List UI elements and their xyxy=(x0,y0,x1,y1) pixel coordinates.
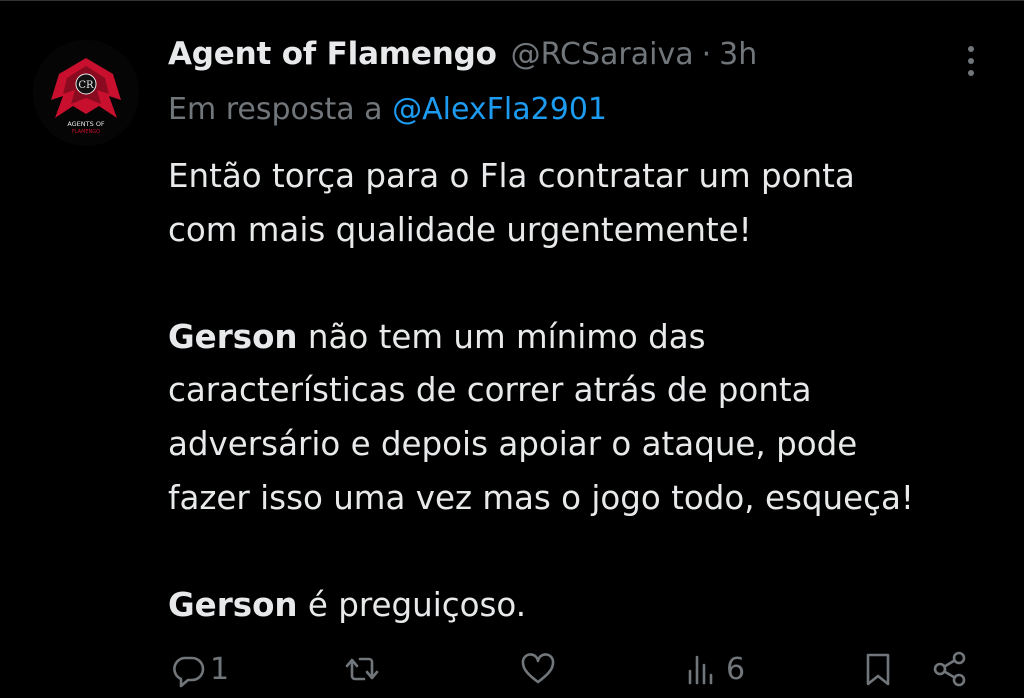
svg-text:CR: CR xyxy=(78,80,94,91)
avatar-text: AGENTS OF xyxy=(67,120,105,128)
share-button[interactable] xyxy=(930,644,970,694)
tweet-line: características de correr atrás de ponta xyxy=(168,371,812,410)
tweet-line: adversário e depois apoiar o ataque, pod… xyxy=(168,424,858,463)
avatar[interactable]: CR AGENTS OF FLAMENGO xyxy=(33,40,139,146)
reply-button[interactable]: 1 xyxy=(168,644,229,694)
avatar-subtext: FLAMENGO xyxy=(72,129,100,135)
author-handle[interactable]: @RCSaraiva xyxy=(511,37,694,72)
views-icon xyxy=(688,655,713,685)
like-button[interactable] xyxy=(518,644,560,694)
bold-name: Gerson xyxy=(168,585,298,624)
bookmark-button[interactable] xyxy=(858,644,898,694)
retweet-icon xyxy=(345,657,379,681)
action-bar: 1 6 xyxy=(168,644,988,694)
more-icon[interactable] xyxy=(956,40,986,82)
share-icon xyxy=(933,651,966,687)
like-icon xyxy=(521,653,555,684)
tweet-line-text: é preguiçoso. xyxy=(297,585,527,624)
tweet-line-text: não tem um mínimo das xyxy=(297,317,706,356)
views-count: 6 xyxy=(726,651,746,687)
reply-mention-link[interactable]: @AlexFla2901 xyxy=(392,92,607,127)
separator-dot: · xyxy=(701,37,712,72)
views-button[interactable]: 6 xyxy=(684,644,745,694)
tweet-line: Então torça para o Fla contratar um pont… xyxy=(168,157,855,195)
tweet-line: fazer isso uma vez mas o jogo todo, esqu… xyxy=(168,478,914,517)
retweet-button[interactable] xyxy=(342,644,384,694)
bold-name: Gerson xyxy=(168,317,298,356)
author-name[interactable]: Agent of Flamengo xyxy=(168,36,497,72)
reply-context: Em resposta a @AlexFla2901 xyxy=(168,92,607,127)
tweet-header: Agent of Flamengo @RCSaraiva · 3h xyxy=(168,36,757,82)
reply-prefix: Em resposta a xyxy=(168,92,383,127)
reply-icon xyxy=(173,656,205,688)
bookmark-icon xyxy=(866,653,890,686)
tweet-text: Então torça para o Fla contratar um pont… xyxy=(168,150,998,632)
avatar-image: CR AGENTS OF FLAMENGO xyxy=(33,40,139,146)
tweet-line: Gerson não tem um mínimo das xyxy=(168,311,998,365)
reply-count: 1 xyxy=(210,651,230,687)
tweet-line: com mais qualidade urgentemente! xyxy=(168,210,752,249)
top-divider xyxy=(0,0,1024,1)
tweet-line: Gerson é preguiçoso. xyxy=(168,579,998,633)
timestamp[interactable]: 3h xyxy=(719,37,757,72)
